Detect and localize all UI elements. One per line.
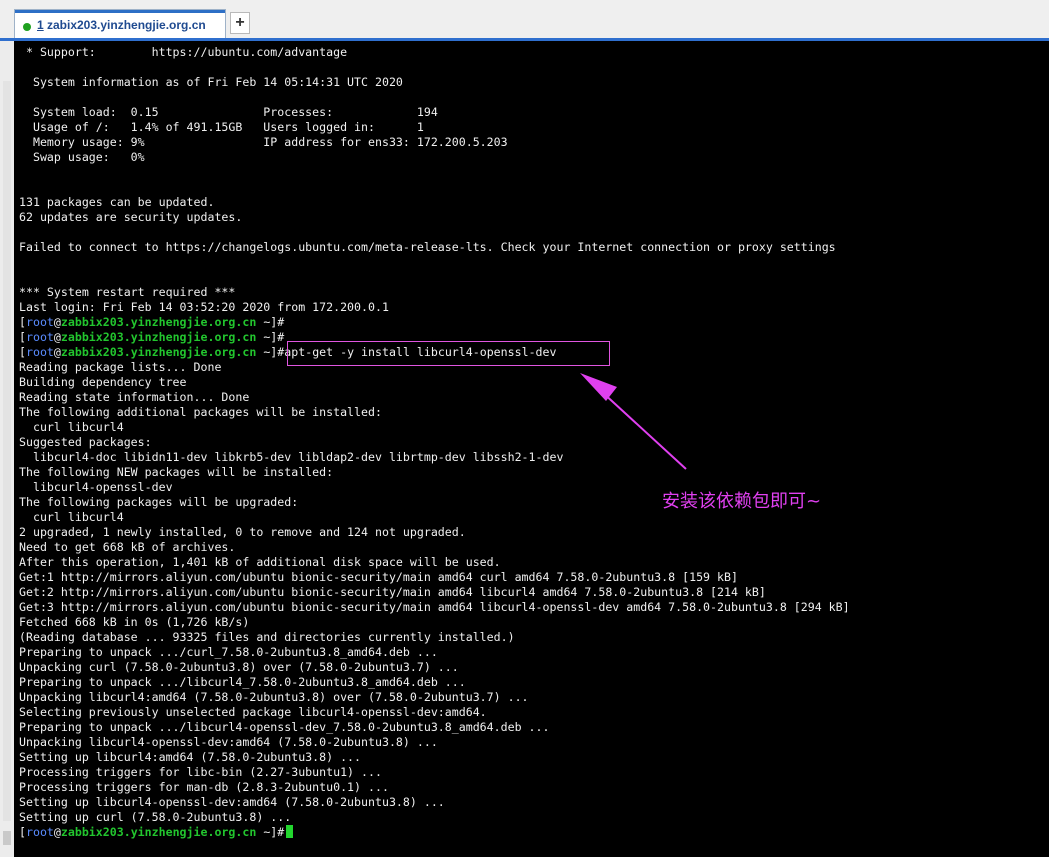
prompt-line: [root@zabbix203.yinzhengjie.org.cn ~]# bbox=[19, 825, 850, 840]
terminal-line: Setting up libcurl4-openssl-dev:amd64 (7… bbox=[19, 795, 445, 809]
scrollbar-track[interactable] bbox=[3, 81, 11, 821]
terminal-line: Get:2 http://mirrors.aliyun.com/ubuntu b… bbox=[19, 585, 766, 599]
terminal-line: Last login: Fri Feb 14 03:52:20 2020 fro… bbox=[19, 300, 389, 314]
terminal-line: Setting up curl (7.58.0-2ubuntu3.8) ... bbox=[19, 810, 292, 824]
terminal-line: Building dependency tree bbox=[19, 375, 187, 389]
tab-session[interactable]: 1 zabix203.yinzhengjie.org.cn bbox=[14, 9, 226, 40]
terminal-line: System load: 0.15 Processes: 194 bbox=[19, 105, 438, 119]
terminal-line: 131 packages can be updated. bbox=[19, 195, 215, 209]
terminal-line: * Support: https://ubuntu.com/advantage bbox=[19, 45, 348, 59]
prompt-host: zabbix203.yinzhengjie.org.cn bbox=[60, 345, 257, 359]
prompt-line: [root@zabbix203.yinzhengjie.org.cn ~]# bbox=[19, 315, 850, 330]
prompt-bracket: [ bbox=[19, 345, 26, 359]
terminal-line: Selecting previously unselected package … bbox=[19, 705, 487, 719]
terminal-line: Failed to connect to https://changelogs.… bbox=[19, 240, 836, 254]
prompt-bracket: [ bbox=[19, 330, 26, 344]
terminal-line: Swap usage: 0% bbox=[19, 150, 145, 164]
terminal-line: Suggested packages: bbox=[19, 435, 152, 449]
terminal-line: Unpacking libcurl4:amd64 (7.58.0-2ubuntu… bbox=[19, 690, 529, 704]
terminal-line: Unpacking curl (7.58.0-2ubuntu3.8) over … bbox=[19, 660, 459, 674]
prompt-sign: # bbox=[277, 825, 285, 839]
prompt-user: root bbox=[25, 825, 54, 839]
terminal-line: The following NEW packages will be insta… bbox=[19, 465, 334, 479]
prompt-host: zabbix203.yinzhengjie.org.cn bbox=[60, 315, 257, 329]
prompt-at: @ bbox=[53, 315, 61, 329]
terminal-line: Preparing to unpack .../curl_7.58.0-2ubu… bbox=[19, 645, 438, 659]
prompt-at: @ bbox=[53, 330, 61, 344]
terminal-line: Preparing to unpack .../libcurl4-openssl… bbox=[19, 720, 550, 734]
terminal-window[interactable]: * Support: https://ubuntu.com/advantage … bbox=[14, 41, 1049, 857]
terminal-line: System information as of Fri Feb 14 05:1… bbox=[19, 75, 403, 89]
tab-number: 1 bbox=[37, 18, 44, 32]
terminal-line: Need to get 668 kB of archives. bbox=[19, 540, 236, 554]
terminal-line: Processing triggers for man-db (2.8.3-2u… bbox=[19, 780, 389, 794]
terminal-line: The following additional packages will b… bbox=[19, 405, 382, 419]
terminal-line: Usage of /: 1.4% of 491.15GB Users logge… bbox=[19, 120, 424, 134]
prompt-sign: # bbox=[277, 315, 285, 329]
prompt-user: root bbox=[25, 330, 54, 344]
terminal-line: curl libcurl4 bbox=[19, 420, 124, 434]
terminal-line: Memory usage: 9% IP address for ens33: 1… bbox=[19, 135, 508, 149]
tab-bar: 1 zabix203.yinzhengjie.org.cn + bbox=[0, 0, 1049, 40]
prompt-path: ~] bbox=[256, 330, 278, 344]
terminal-line: libcurl4-doc libidn11-dev libkrb5-dev li… bbox=[19, 450, 564, 464]
prompt-path: ~] bbox=[256, 825, 278, 839]
prompt-user: root bbox=[25, 345, 54, 359]
plus-icon[interactable]: + bbox=[230, 12, 250, 34]
terminal-output: * Support: https://ubuntu.com/advantage … bbox=[19, 45, 850, 840]
prompt-host: zabbix203.yinzhengjie.org.cn bbox=[60, 330, 257, 344]
command-highlight-box bbox=[287, 341, 610, 366]
terminal-cursor[interactable] bbox=[286, 825, 294, 838]
terminal-line: (Reading database ... 93325 files and di… bbox=[19, 630, 515, 644]
prompt-at: @ bbox=[53, 345, 61, 359]
scrollbar-thumb[interactable] bbox=[3, 831, 11, 845]
prompt-host: zabbix203.yinzhengjie.org.cn bbox=[60, 825, 257, 839]
terminal-line: Processing triggers for libc-bin (2.27-3… bbox=[19, 765, 382, 779]
prompt-sign: # bbox=[277, 330, 285, 344]
prompt-path: ~] bbox=[256, 315, 278, 329]
prompt-at: @ bbox=[53, 825, 61, 839]
terminal-line: 62 updates are security updates. bbox=[19, 210, 243, 224]
annotation-text: 安装该依赖包即可~ bbox=[662, 491, 822, 512]
prompt-bracket: [ bbox=[19, 825, 26, 839]
tab-label: zabix203.yinzhengjie.org.cn bbox=[47, 18, 206, 32]
connected-status-icon bbox=[23, 23, 31, 31]
terminal-line: *** System restart required *** bbox=[19, 285, 236, 299]
terminal-line: Reading state information... Done bbox=[19, 390, 250, 404]
prompt-path: ~] bbox=[256, 345, 278, 359]
terminal-line: Fetched 668 kB in 0s (1,726 kB/s) bbox=[19, 615, 250, 629]
terminal-line: Preparing to unpack .../libcurl4_7.58.0-… bbox=[19, 675, 466, 689]
side-scrollbar[interactable] bbox=[0, 41, 14, 857]
prompt-user: root bbox=[25, 315, 54, 329]
terminal-line: Get:3 http://mirrors.aliyun.com/ubuntu b… bbox=[19, 600, 850, 614]
terminal-line: After this operation, 1,401 kB of additi… bbox=[19, 555, 501, 569]
terminal-line: 2 upgraded, 1 newly installed, 0 to remo… bbox=[19, 525, 466, 539]
prompt-bracket: [ bbox=[19, 315, 26, 329]
terminal-line: Get:1 http://mirrors.aliyun.com/ubuntu b… bbox=[19, 570, 738, 584]
terminal-line: Setting up libcurl4:amd64 (7.58.0-2ubunt… bbox=[19, 750, 362, 764]
terminal-line: Unpacking libcurl4-openssl-dev:amd64 (7.… bbox=[19, 735, 438, 749]
